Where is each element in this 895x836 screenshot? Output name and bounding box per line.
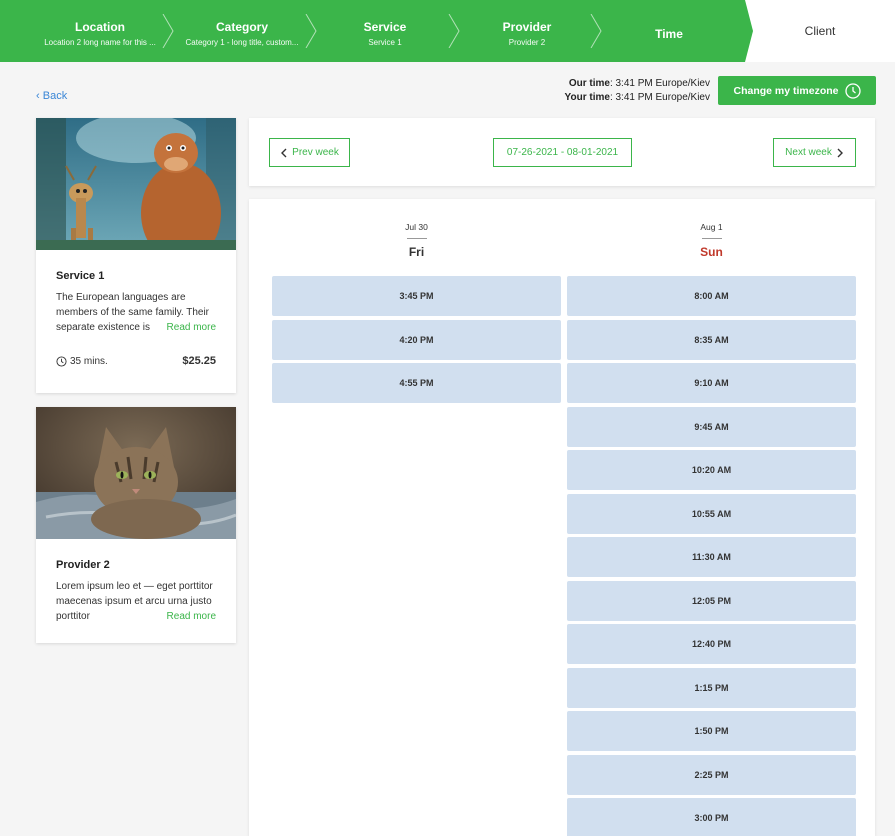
step-title: Time xyxy=(655,27,683,41)
service-title: Service 1 xyxy=(56,270,105,282)
step-title: Provider xyxy=(502,20,552,34)
read-more-link[interactable]: Read more xyxy=(148,320,216,335)
time-slot[interactable]: 8:00 AM xyxy=(567,276,856,316)
time-slot[interactable]: 2:25 PM xyxy=(567,754,856,795)
step-category[interactable]: Category Category 1 - long title, custom… xyxy=(172,0,312,62)
time-slot[interactable]: 9:10 AM xyxy=(567,363,856,403)
service-price: $25.25 xyxy=(182,355,216,367)
change-timezone-button[interactable]: Change my timezone xyxy=(718,76,876,105)
time-slot[interactable]: 4:55 PM xyxy=(272,363,561,403)
day-header: Jul 30 Fri xyxy=(272,199,561,276)
next-week-label: Next week xyxy=(785,147,832,158)
chevron-left-icon xyxy=(281,148,287,157)
day-header: Aug 1 Sun xyxy=(567,199,856,276)
week-navigation: Prev week 07-26-2021 - 08-01-2021 Next w… xyxy=(249,118,875,186)
provider-title: Provider 2 xyxy=(56,559,110,571)
our-time-label: Our time xyxy=(568,78,610,89)
your-time-label: Your time xyxy=(564,92,610,103)
duration-text: 35 mins. xyxy=(70,355,108,367)
provider-card[interactable]: Provider 2 Lorem ipsum leo et — eget por… xyxy=(36,407,236,643)
next-week-button[interactable]: Next week xyxy=(773,138,856,167)
prev-week-label: Prev week xyxy=(292,147,339,158)
clock-icon xyxy=(844,82,861,99)
step-provider[interactable]: Provider Provider 2 xyxy=(457,0,597,62)
service-card[interactable]: Service 1 The European languages are mem… xyxy=(36,118,236,393)
step-time[interactable]: Time xyxy=(600,0,738,62)
step-title: Service xyxy=(363,20,407,34)
active-step-arrow xyxy=(737,0,753,62)
time-slot[interactable]: 10:20 AM xyxy=(567,450,856,490)
day-divider xyxy=(701,238,722,239)
time-slot[interactable]: 12:05 PM xyxy=(567,580,856,621)
day-date: Jul 30 xyxy=(405,222,428,232)
time-slot[interactable]: 11:30 AM xyxy=(567,537,856,577)
steps-bar: Location Location 2 long name for this .… xyxy=(0,0,895,62)
service-description: The European languages are members of th… xyxy=(56,290,216,335)
back-link[interactable]: ‹ Back xyxy=(36,90,67,102)
time-slot[interactable]: 1:15 PM xyxy=(567,667,856,708)
step-title: Category xyxy=(215,20,268,34)
time-slot[interactable]: 3:45 PM xyxy=(272,276,561,316)
back-label: Back xyxy=(42,90,68,102)
prev-week-button[interactable]: Prev week xyxy=(269,138,350,167)
step-subtitle: Service 1 xyxy=(368,38,402,47)
day-divider xyxy=(406,238,427,239)
step-location[interactable]: Location Location 2 long name for this .… xyxy=(28,0,172,62)
time-slot[interactable]: 12:40 PM xyxy=(567,624,856,664)
change-timezone-label: Change my timezone xyxy=(733,84,839,97)
time-info: Our time: 3:41 PM Europe/Kiev Your time:… xyxy=(520,77,710,105)
our-time-value: : 3:41 PM Europe/Kiev xyxy=(609,78,710,89)
week-range-label: 07-26-2021 - 08-01-2021 xyxy=(506,147,619,158)
chevron-right-icon xyxy=(837,148,843,157)
clock-icon xyxy=(56,355,67,367)
day-date: Aug 1 xyxy=(700,222,723,232)
step-service[interactable]: Service Service 1 xyxy=(315,0,455,62)
week-range-button[interactable]: 07-26-2021 - 08-01-2021 xyxy=(493,138,632,167)
read-more-link[interactable]: Read more xyxy=(148,609,216,624)
time-slot[interactable]: 4:20 PM xyxy=(272,319,561,360)
time-slot[interactable]: 1:50 PM xyxy=(567,711,856,751)
your-time: Your time: 3:41 PM Europe/Kiev xyxy=(520,91,710,105)
day-of-week: Sun xyxy=(700,245,723,259)
service-footer: 35 mins. $25.25 xyxy=(56,355,216,367)
time-slot[interactable]: 8:35 AM xyxy=(567,319,856,360)
time-slots-panel: Jul 30 Fri 3:45 PM 4:20 PM 4:55 PM Aug 1… xyxy=(249,199,875,836)
day-column-sun: Aug 1 Sun 8:00 AM 8:35 AM 9:10 AM 9:45 A… xyxy=(567,199,856,836)
step-client[interactable]: Client xyxy=(745,0,895,62)
step-title: Location xyxy=(75,20,125,34)
day-column-fri: Jul 30 Fri 3:45 PM 4:20 PM 4:55 PM xyxy=(272,199,561,407)
step-subtitle: Location 2 long name for this ... xyxy=(44,38,156,47)
our-time: Our time: 3:41 PM Europe/Kiev xyxy=(520,77,710,91)
your-time-value: : 3:41 PM Europe/Kiev xyxy=(609,92,710,103)
time-slot[interactable]: 3:00 PM xyxy=(567,798,856,836)
time-slot[interactable]: 10:55 AM xyxy=(567,493,856,534)
service-duration: 35 mins. xyxy=(56,355,108,367)
service-image xyxy=(36,118,236,250)
chevron-left-icon: ‹ xyxy=(36,90,40,102)
time-slot[interactable]: 9:45 AM xyxy=(567,406,856,447)
provider-description: Lorem ipsum leo et — eget porttitor maec… xyxy=(56,579,216,624)
step-subtitle: Category 1 - long title, custom... xyxy=(185,38,299,47)
step-subtitle: Provider 2 xyxy=(508,38,546,47)
provider-image xyxy=(36,407,236,539)
day-of-week: Fri xyxy=(408,245,425,259)
